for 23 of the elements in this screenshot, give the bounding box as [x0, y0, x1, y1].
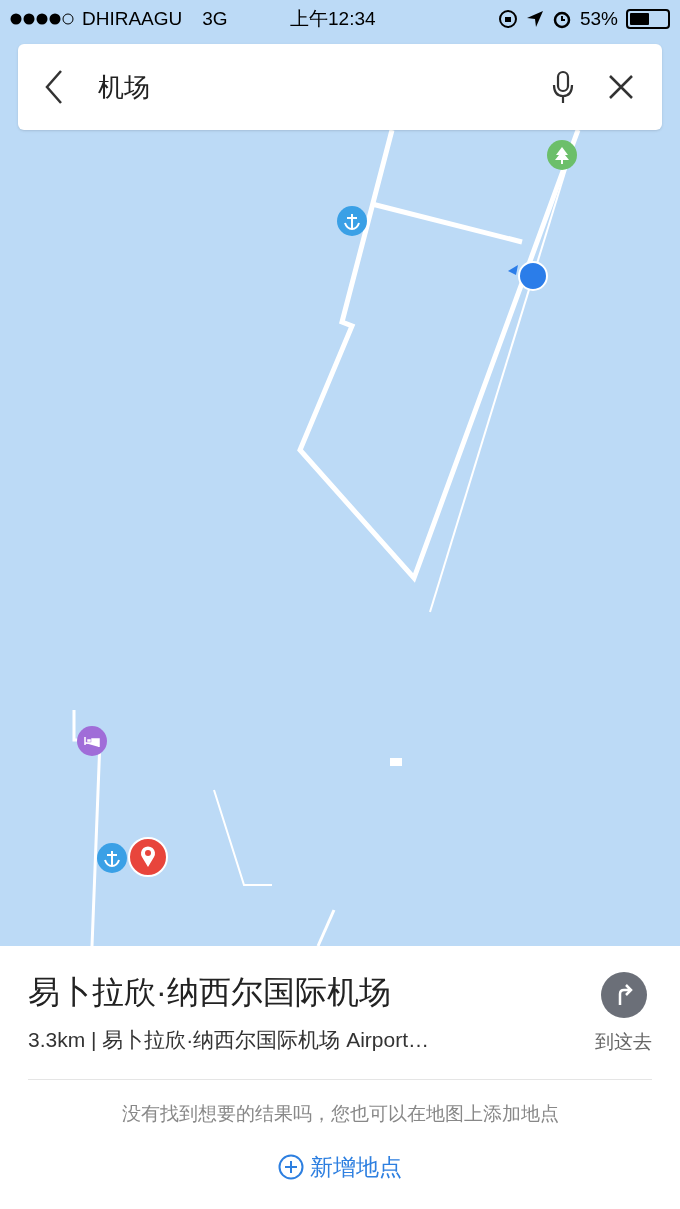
tree-marker-icon [547, 140, 577, 170]
plus-icon [278, 1154, 304, 1181]
hint-text: 没有找到想要的结果吗，您也可以在地图上添加地点 [120, 1101, 560, 1126]
place-title: 易卜拉欣·纳西尔国际机场 [28, 973, 392, 1012]
clock-time: 上午12:34 [290, 6, 376, 31]
bed-marker-icon [77, 726, 107, 756]
rotation-lock-icon [497, 9, 518, 29]
signal-icon [10, 13, 76, 25]
current-location-icon [506, 261, 548, 291]
directions-button[interactable]: 到这去 [595, 972, 652, 1057]
network-type: 3G [202, 6, 228, 31]
search-field[interactable]: 机场 [98, 67, 548, 107]
map-pin-icon [128, 837, 168, 877]
search-bar[interactable]: 机场 [18, 44, 662, 130]
anchor-marker-icon [97, 843, 127, 873]
alarm-icon [551, 9, 572, 29]
anchor-marker-icon [337, 206, 367, 236]
place-detail: 3.3km | 易卜拉欣·纳西尔国际机场 Airport… [28, 1027, 429, 1053]
location-arrow-icon [525, 10, 544, 28]
carrier-name: DHIRAAGU [82, 6, 183, 31]
add-place-button[interactable]: 新增地点 [278, 1150, 402, 1185]
battery-icon [626, 9, 670, 29]
battery-percent: 53% [579, 6, 618, 31]
